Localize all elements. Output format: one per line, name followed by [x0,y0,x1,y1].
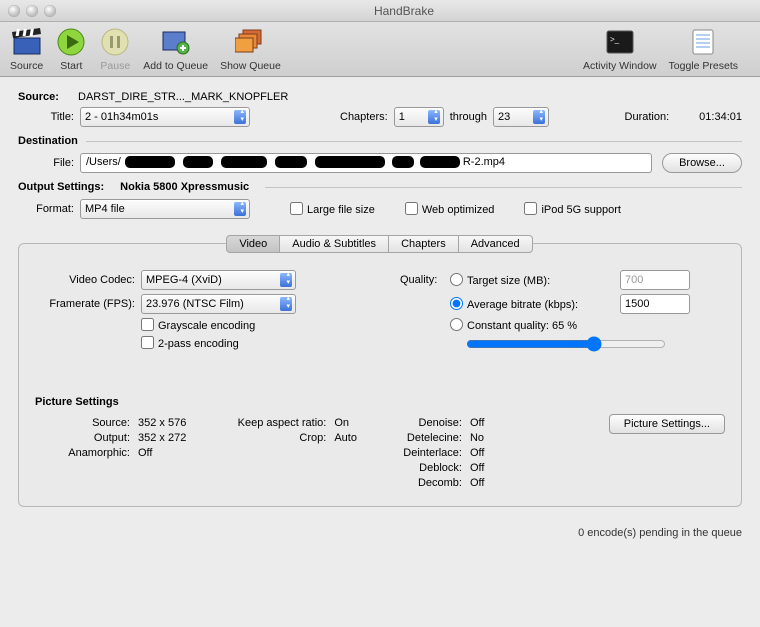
ps-source-l: Source: [35,417,130,429]
activity-window-button[interactable]: >_ Activity Window [583,26,657,72]
fps-label: Framerate (FPS): [35,298,135,310]
show-queue-label: Show Queue [220,60,281,72]
browse-button[interactable]: Browse... [662,153,742,173]
through-label: through [450,111,487,123]
add-queue-button[interactable]: Add to Queue [143,26,208,72]
ps-keep-l: Keep aspect ratio: [216,417,326,429]
title-label: Title: [18,111,74,123]
show-queue-icon [234,26,266,58]
pause-label: Pause [100,60,130,72]
video-panel: Video Codec: MPEG-4 (XviD) Framerate (FP… [18,243,742,507]
add-queue-icon [160,26,192,58]
pause-button: Pause [99,26,131,72]
chapter-from-select[interactable]: 1 [394,107,444,127]
tab-video[interactable]: Video [226,235,280,253]
ps-crop-v: Auto [334,432,357,444]
codec-label: Video Codec: [35,274,135,286]
window-title: HandBrake [56,4,752,18]
codec-select[interactable]: MPEG-4 (XviD) [141,270,296,290]
queue-status: 0 encode(s) pending in the queue [0,517,760,539]
twopass-label: 2-pass encoding [158,338,239,350]
fps-select[interactable]: 23.976 (NTSC Film) [141,294,296,314]
start-label: Start [60,60,82,72]
titlebar: HandBrake [0,0,760,22]
bitrate-input[interactable] [620,294,690,314]
web-optimized-checkbox[interactable]: Web optimized [405,202,495,216]
bitrate-label: Average bitrate (kbps): [467,299,578,311]
file-input[interactable] [80,153,652,173]
title-select[interactable]: 2 - 01h34m01s [80,107,250,127]
ps-decomb-v: Off [470,477,484,489]
picture-settings-heading: Picture Settings [35,396,725,408]
ps-deint-v: Off [470,447,484,459]
ps-output-l: Output: [35,432,130,444]
presets-icon [687,26,719,58]
destination-heading: Destination [18,135,78,147]
twopass-checkbox[interactable]: 2-pass encoding [141,336,239,350]
quality-slider[interactable] [466,336,666,352]
ps-detel-l: Detelecine: [387,432,462,444]
ps-output-v: 352 x 272 [138,432,186,444]
cq-label: Constant quality: 65 % [467,320,577,332]
tab-audio[interactable]: Audio & Subtitles [279,235,389,253]
output-settings-label: Output Settings: [18,181,104,193]
preset-name: Nokia 5800 Xpressmusic [120,181,249,193]
ps-deint-l: Deinterlace: [387,447,462,459]
presets-label: Toggle Presets [669,60,738,72]
close-button[interactable] [8,5,20,17]
constant-quality-radio[interactable]: Constant quality: 65 % [450,318,577,332]
source-button[interactable]: Source [10,26,43,72]
source-value: DARST_DIRE_STR..._MARK_KNOPFLER [78,91,288,103]
duration-label: Duration: [625,111,670,123]
ps-deblock-v: Off [470,462,484,474]
source-key: Source: [18,91,78,103]
source-label: Source [10,60,43,72]
web-opt-label: Web optimized [422,204,495,216]
format-select[interactable]: MP4 file [80,199,250,219]
ps-decomb-l: Decomb: [387,477,462,489]
minimize-button[interactable] [26,5,38,17]
tab-advanced[interactable]: Advanced [458,235,533,253]
tab-chapters[interactable]: Chapters [388,235,459,253]
ps-anam-v: Off [138,447,152,459]
grayscale-checkbox[interactable]: Grayscale encoding [141,318,255,332]
zoom-button[interactable] [44,5,56,17]
large-file-label: Large file size [307,204,375,216]
ps-crop-l: Crop: [216,432,326,444]
play-icon [55,26,87,58]
terminal-icon: >_ [604,26,636,58]
ipod-label: iPod 5G support [541,204,621,216]
start-button[interactable]: Start [55,26,87,72]
ps-denoise-l: Denoise: [387,417,462,429]
ps-deblock-l: Deblock: [387,462,462,474]
format-label: Format: [18,203,74,215]
activity-label: Activity Window [583,60,657,72]
ps-keep-v: On [334,417,349,429]
chapters-label: Chapters: [340,111,388,123]
clapperboard-icon [11,26,43,58]
file-label: File: [18,157,74,169]
toggle-presets-button[interactable]: Toggle Presets [669,26,738,72]
show-queue-button[interactable]: Show Queue [220,26,281,72]
add-queue-label: Add to Queue [143,60,208,72]
ipod-checkbox[interactable]: iPod 5G support [524,202,621,216]
duration-value: 01:34:01 [699,111,742,123]
tab-bar: Video Audio & Subtitles Chapters Advance… [18,235,742,253]
ps-source-v: 352 x 576 [138,417,186,429]
large-file-checkbox[interactable]: Large file size [290,202,375,216]
bitrate-radio[interactable]: Average bitrate (kbps): [450,297,620,311]
chapter-to-select[interactable]: 23 [493,107,549,127]
quality-label: Quality: [400,274,450,286]
svg-text:>_: >_ [610,35,620,44]
target-size-input[interactable] [620,270,690,290]
ps-detel-v: No [470,432,484,444]
target-size-label: Target size (MB): [467,275,550,287]
ps-denoise-v: Off [470,417,484,429]
picture-settings-button[interactable]: Picture Settings... [609,414,725,434]
toolbar: Source Start Pause Add to Queue Show Que… [0,22,760,77]
target-size-radio[interactable]: Target size (MB): [450,273,620,287]
ps-anam-l: Anamorphic: [35,447,130,459]
grayscale-label: Grayscale encoding [158,320,255,332]
pause-icon [99,26,131,58]
